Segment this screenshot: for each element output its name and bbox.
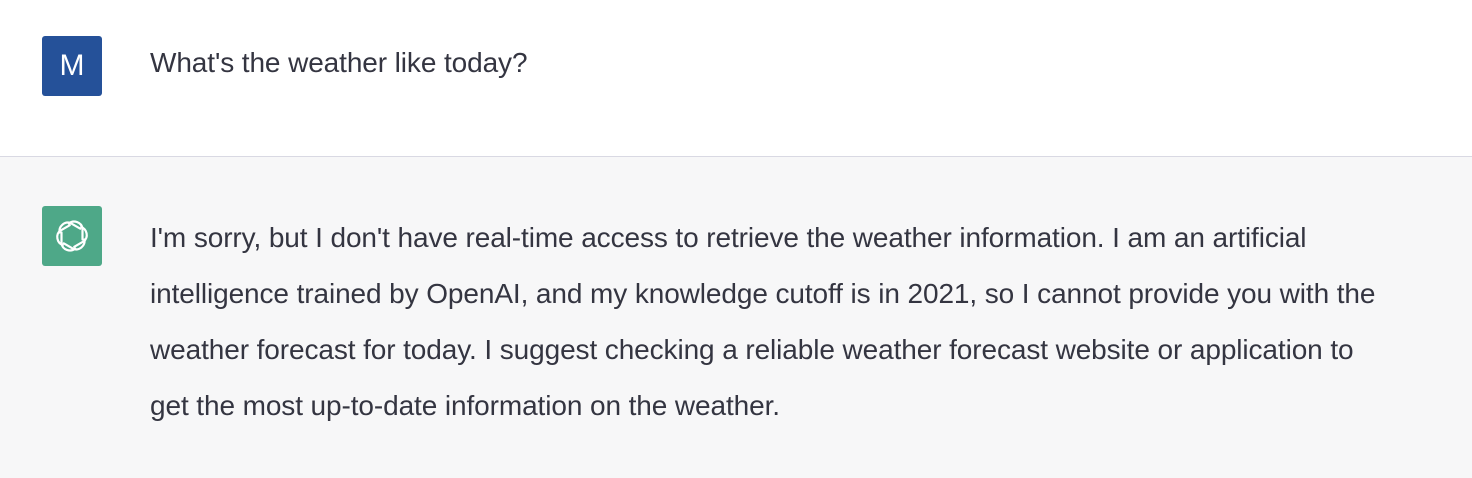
assistant-avatar	[42, 206, 102, 266]
user-message-row: M What's the weather like today?	[0, 0, 1472, 156]
user-avatar: M	[42, 36, 102, 96]
assistant-message: I'm sorry, but I don't have real-time ac…	[150, 210, 1390, 434]
assistant-message-text: I'm sorry, but I don't have real-time ac…	[150, 222, 1376, 421]
openai-logo-icon	[56, 220, 88, 252]
user-message: What's the weather like today?	[150, 35, 1390, 91]
user-avatar-letter: M	[59, 49, 85, 82]
user-message-text: What's the weather like today?	[150, 47, 528, 78]
assistant-message-row: I'm sorry, but I don't have real-time ac…	[0, 156, 1472, 478]
